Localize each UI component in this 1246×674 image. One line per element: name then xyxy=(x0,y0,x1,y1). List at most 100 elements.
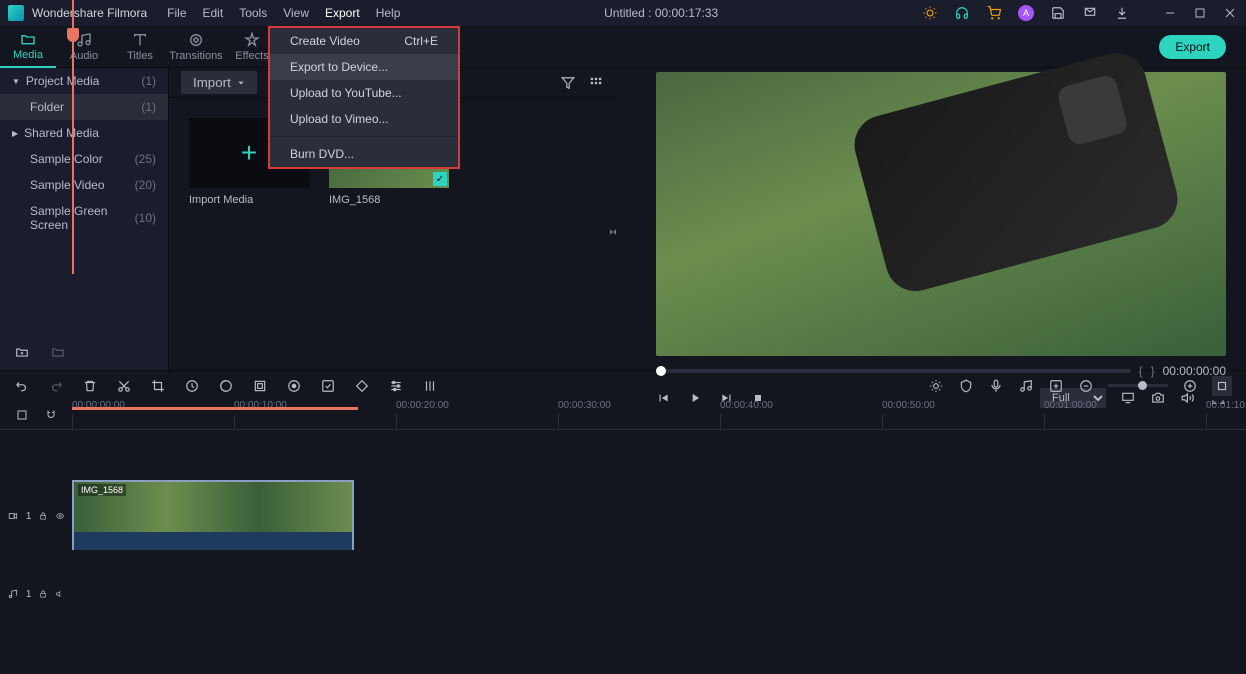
main-content: Project Media (1) Folder (1) Shared Medi… xyxy=(0,68,1246,370)
zoom-in-icon[interactable] xyxy=(1182,378,1198,394)
add-track-icon[interactable] xyxy=(1048,378,1064,394)
export-create-video[interactable]: Create Video Ctrl+E xyxy=(270,28,458,54)
keyframe-icon[interactable] xyxy=(354,378,370,394)
app-logo xyxy=(8,5,24,21)
menu-edit[interactable]: Edit xyxy=(203,6,224,20)
export-burn-dvd[interactable]: Burn DVD... xyxy=(270,141,458,167)
color-icon[interactable] xyxy=(218,378,234,394)
close-icon[interactable] xyxy=(1222,5,1238,21)
speed-icon[interactable] xyxy=(184,378,200,394)
timeline-ruler[interactable]: 00:00:00:00 00:00:10:00 00:00:20:00 00:0… xyxy=(0,400,1246,430)
tab-audio[interactable]: Audio xyxy=(56,26,112,68)
lock-icon[interactable] xyxy=(39,589,47,599)
chevron-down-icon xyxy=(237,79,245,87)
eye-icon[interactable] xyxy=(56,511,64,521)
audio-track-icon xyxy=(8,588,18,600)
cart-icon[interactable] xyxy=(986,5,1002,21)
sidebar-sample-green-screen[interactable]: Sample Green Screen (10) xyxy=(0,198,168,238)
crop-icon[interactable] xyxy=(150,378,166,394)
transitions-icon xyxy=(188,32,204,48)
ruler-ticks: 00:00:00:00 00:00:10:00 00:00:20:00 00:0… xyxy=(72,400,1246,430)
lock-icon[interactable] xyxy=(39,511,47,521)
download-icon[interactable] xyxy=(1114,5,1130,21)
zoom-fit-icon[interactable] xyxy=(1212,376,1232,396)
menu-file[interactable]: File xyxy=(167,6,186,20)
shield-icon[interactable] xyxy=(958,378,974,394)
zoom-out-icon[interactable] xyxy=(1078,378,1094,394)
tab-label: Titles xyxy=(127,50,153,62)
save-icon[interactable] xyxy=(1050,5,1066,21)
sidebar-item-label: Sample Green Screen xyxy=(30,204,135,232)
tab-label: Media xyxy=(13,49,43,61)
clip-label: IMG_1568 xyxy=(78,484,126,496)
adjust-icon[interactable] xyxy=(388,378,404,394)
scrubber-handle[interactable] xyxy=(656,366,666,376)
video-track-content[interactable]: IMG_1568 xyxy=(72,480,1246,552)
grid-view-icon[interactable] xyxy=(588,75,604,91)
notification-icon[interactable] xyxy=(1082,5,1098,21)
ruler-tick: 00:00:20:00 xyxy=(396,400,449,411)
headphones-icon[interactable] xyxy=(954,5,970,21)
menu-item-shortcut: Ctrl+E xyxy=(404,34,438,48)
menu-item-label: Create Video xyxy=(290,34,360,48)
playhead-handle[interactable] xyxy=(67,28,79,42)
preview-scrubber[interactable] xyxy=(656,369,1131,373)
minimize-icon[interactable] xyxy=(1162,5,1178,21)
mute-icon[interactable] xyxy=(56,589,64,599)
menu-export[interactable]: Export xyxy=(325,6,360,20)
record-icon[interactable] xyxy=(286,378,302,394)
export-dropdown: Create Video Ctrl+E Export to Device... … xyxy=(268,26,460,169)
sidebar-project-media[interactable]: Project Media (1) xyxy=(0,68,168,94)
export-to-device[interactable]: Export to Device... xyxy=(270,54,458,80)
preview-viewport[interactable] xyxy=(656,72,1226,356)
menu-item-label: Upload to YouTube... xyxy=(290,86,402,100)
tab-label: Audio xyxy=(70,50,98,62)
timeline-magnet-icon[interactable] xyxy=(43,407,58,423)
ruler-tick: 00:01:00:00 xyxy=(1044,400,1097,411)
export-upload-youtube[interactable]: Upload to YouTube... xyxy=(270,80,458,106)
undo-icon[interactable] xyxy=(14,378,30,394)
sidebar-sample-color[interactable]: Sample Color (25) xyxy=(0,146,168,172)
redo-icon[interactable] xyxy=(48,378,64,394)
timeline-link-icon[interactable] xyxy=(14,407,29,423)
cut-icon[interactable] xyxy=(116,378,132,394)
zoom-handle[interactable] xyxy=(1138,381,1147,390)
sidebar-footer xyxy=(0,336,168,368)
export-upload-vimeo[interactable]: Upload to Vimeo... xyxy=(270,106,458,132)
preview-panel: { } 00:00:00:00 Full xyxy=(616,68,1246,370)
tab-titles[interactable]: Titles xyxy=(112,26,168,68)
marker-icon[interactable] xyxy=(320,378,336,394)
effects-icon xyxy=(244,32,260,48)
audio-track-header: 1 xyxy=(0,588,72,600)
audio-mixer-icon[interactable] xyxy=(422,378,438,394)
sidebar-folder[interactable]: Folder (1) xyxy=(0,94,168,120)
delete-icon[interactable] xyxy=(82,378,98,394)
tips-icon[interactable] xyxy=(922,5,938,21)
menu-divider xyxy=(270,136,458,137)
menu-help[interactable]: Help xyxy=(376,6,401,20)
track-number: 1 xyxy=(26,589,32,600)
menu-view[interactable]: View xyxy=(283,6,309,20)
green-screen-icon[interactable] xyxy=(252,378,268,394)
music-icon[interactable] xyxy=(1018,378,1034,394)
avatar[interactable]: A xyxy=(1018,5,1034,21)
video-clip[interactable]: IMG_1568 xyxy=(72,480,354,550)
import-button[interactable]: Import xyxy=(181,71,257,94)
export-button[interactable]: Export xyxy=(1159,35,1226,59)
zoom-slider[interactable] xyxy=(1108,384,1168,387)
folder-icon[interactable] xyxy=(50,344,66,360)
render-icon[interactable] xyxy=(928,378,944,394)
new-folder-icon[interactable] xyxy=(14,344,30,360)
voiceover-icon[interactable] xyxy=(988,378,1004,394)
sidebar-sample-video[interactable]: Sample Video (20) xyxy=(0,172,168,198)
resize-handle[interactable] xyxy=(610,219,616,249)
sidebar-item-label: Folder xyxy=(30,100,141,114)
sidebar-shared-media[interactable]: Shared Media xyxy=(0,120,168,146)
video-track-icon xyxy=(8,510,18,522)
tab-media[interactable]: Media xyxy=(0,26,56,68)
maximize-icon[interactable] xyxy=(1192,5,1208,21)
menu-tools[interactable]: Tools xyxy=(239,6,267,20)
playhead[interactable] xyxy=(72,0,74,274)
tab-transitions[interactable]: Transitions xyxy=(168,26,224,68)
filter-icon[interactable] xyxy=(560,75,576,91)
